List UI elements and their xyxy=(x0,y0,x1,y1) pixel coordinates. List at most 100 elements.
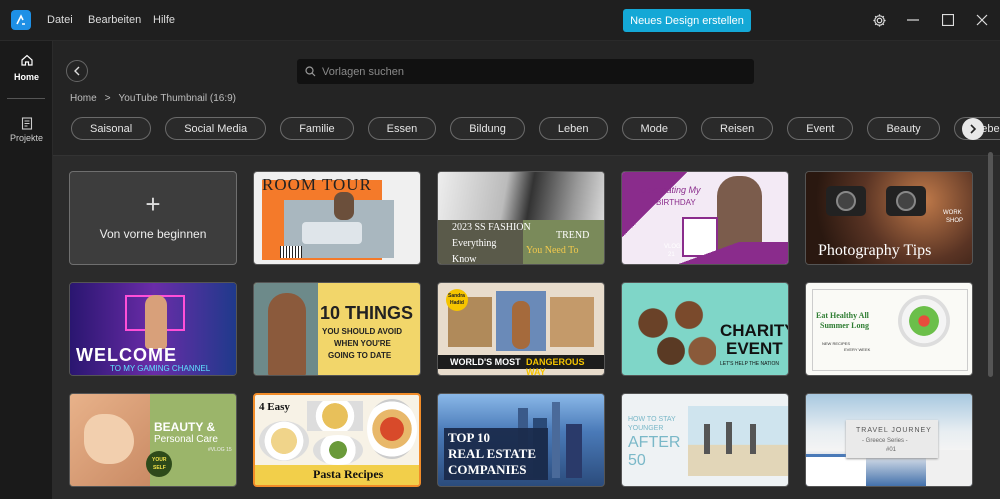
healthy-line2: Summer Long xyxy=(820,321,869,330)
template-charity[interactable]: CHARITY EVENT LET'S HELP THE NATION xyxy=(621,282,789,376)
healthy-line3: NEW RECIPES xyxy=(822,341,851,346)
template-birthday[interactable]: Celebrating My BIRTHDAY VLOG 21 xyxy=(621,171,789,265)
maximize-icon[interactable] xyxy=(938,10,958,30)
template-world-most[interactable]: Sandra Hadid WORLD'S MOST DANGEROUS WAY xyxy=(437,282,605,376)
world-line1: WORLD'S MOST xyxy=(450,357,521,367)
estate-line3: COMPANIES xyxy=(448,462,527,477)
search-box[interactable]: Vorlagen suchen xyxy=(297,59,754,84)
charity-line1: CHARITY xyxy=(720,321,789,340)
fashion-line3: TREND xyxy=(556,230,590,241)
things-line3: GOING TO DATE xyxy=(328,351,392,360)
breadcrumb-current: YouTube Thumbnail (16:9) xyxy=(118,93,237,104)
template-room-tour[interactable]: ROOM TOUR xyxy=(253,171,421,265)
beauty-line4: YOUR xyxy=(152,457,167,463)
category-chips: Saisonal Social Media Familie Essen Bild… xyxy=(71,117,1000,140)
photo-title: Photography Tips xyxy=(818,242,932,259)
chevron-right-icon xyxy=(970,124,977,134)
beauty-line5: SELF xyxy=(153,465,166,471)
template-fashion[interactable]: 2023 SS FASHION Everything TREND Know Yo… xyxy=(437,171,605,265)
chip-mode[interactable]: Mode xyxy=(621,117,688,140)
pasta-line2: Pasta Recipes xyxy=(313,467,384,481)
settings-gear-icon[interactable] xyxy=(869,10,889,30)
chip-beauty[interactable]: Beauty xyxy=(867,117,940,140)
fashion-line2: Everything xyxy=(452,238,497,249)
chip-event[interactable]: Event xyxy=(787,117,854,140)
travel-line2: - Greece Series - xyxy=(862,438,908,444)
chip-saisonal[interactable]: Saisonal xyxy=(71,117,152,140)
pasta-line1: 4 Easy xyxy=(259,401,290,413)
new-design-button[interactable]: Neues Design erstellen xyxy=(623,9,751,32)
healthy-line1: Eat Healthy All xyxy=(816,311,869,320)
world-line2: DANGEROUS WAY xyxy=(526,357,585,376)
healthy-line4: EVERY WEEK xyxy=(844,347,871,352)
chip-leben[interactable]: Leben xyxy=(538,117,608,140)
things-line2: WHEN YOU'RE xyxy=(334,339,391,348)
welcome-subtitle: TO MY GAMING CHANNEL xyxy=(110,364,211,373)
blank-template-card[interactable]: + Von vorne beginnen xyxy=(69,171,237,265)
charity-line2: EVENT xyxy=(726,339,783,358)
birthday-vlog: VLOG xyxy=(664,244,681,250)
fashion-line5: You Need To xyxy=(526,245,579,256)
fashion-line4: Know xyxy=(452,254,477,265)
things-line1: YOU SHOULD AVOID xyxy=(322,327,403,336)
chip-reisen[interactable]: Reisen xyxy=(701,117,774,140)
world-name2: Hadid xyxy=(450,300,464,306)
yoga-line4: 50 xyxy=(628,452,646,469)
birthday-number: 21 xyxy=(668,252,675,258)
yoga-line2: YOUNGER xyxy=(628,425,664,432)
room-tour-title: ROOM TOUR xyxy=(262,175,372,194)
template-10-things[interactable]: 10 THINGS YOU SHOULD AVOID WHEN YOU'RE G… xyxy=(253,282,421,376)
grid-scrollbar[interactable] xyxy=(988,152,993,377)
main-panel: Vorlagen suchen Home > YouTube Thumbnail… xyxy=(53,41,1000,499)
welcome-title: WELCOME xyxy=(76,345,177,365)
template-welcome[interactable]: WELCOME TO MY GAMING CHANNEL xyxy=(69,282,237,376)
plus-icon: + xyxy=(145,189,161,219)
beauty-line3: #VLOG 15 xyxy=(208,447,232,453)
photo-work: WORK xyxy=(943,210,962,216)
template-real-estate[interactable]: TOP 10 REAL ESTATE COMPANIES xyxy=(437,393,605,487)
template-grid: + Von vorne beginnen ROOM TOUR 2023 SS F… xyxy=(53,155,1000,499)
things-title: 10 THINGS xyxy=(320,303,414,323)
yoga-line1: HOW TO STAY xyxy=(628,416,676,423)
menu-help[interactable]: Hilfe xyxy=(153,14,175,26)
nav-projects[interactable]: Projekte xyxy=(0,117,53,143)
nav-home-label: Home xyxy=(13,72,39,82)
home-icon xyxy=(20,54,33,66)
template-pasta[interactable]: 4 Easy Pasta Recipes xyxy=(253,393,421,487)
projects-icon xyxy=(21,117,32,130)
chevron-left-icon xyxy=(74,66,80,76)
search-input[interactable]: Vorlagen suchen xyxy=(322,66,404,78)
back-button[interactable] xyxy=(66,60,88,82)
beauty-line1: BEAUTY & xyxy=(154,420,216,434)
title-bar: Datei Bearbeiten Hilfe Neues Design erst… xyxy=(0,0,1000,41)
travel-line3: #01 xyxy=(886,447,897,453)
template-travel[interactable]: TRAVEL JOURNEY - Greece Series - #01 xyxy=(805,393,973,487)
estate-line2: REAL ESTATE xyxy=(448,446,537,461)
menu-edit[interactable]: Bearbeiten xyxy=(88,14,141,26)
blank-template-label: Von vorne beginnen xyxy=(99,227,207,241)
breadcrumb: Home > YouTube Thumbnail (16:9) xyxy=(70,93,236,104)
template-beauty[interactable]: BEAUTY & Personal Care #VLOG 15 YOUR SEL… xyxy=(69,393,237,487)
chip-bildung[interactable]: Bildung xyxy=(450,117,525,140)
chip-essen[interactable]: Essen xyxy=(367,117,437,140)
minimize-icon[interactable] xyxy=(903,10,923,30)
chip-social-media[interactable]: Social Media xyxy=(165,117,267,140)
nav-home[interactable]: Home xyxy=(0,53,53,82)
photo-shop: SHOP xyxy=(946,218,964,224)
birthday-line2: BIRTHDAY xyxy=(656,198,696,207)
left-nav: Home Projekte xyxy=(0,41,53,499)
chip-familie[interactable]: Familie xyxy=(280,117,354,140)
template-photography[interactable]: WORK SHOP Photography Tips xyxy=(805,171,973,265)
yoga-line3: AFTER xyxy=(628,434,681,451)
nav-divider xyxy=(7,98,45,99)
close-icon[interactable] xyxy=(972,10,992,30)
chips-next-button[interactable] xyxy=(962,118,984,140)
nav-projects-label: Projekte xyxy=(9,133,44,143)
menu-file[interactable]: Datei xyxy=(47,14,73,26)
breadcrumb-separator: > xyxy=(104,93,111,104)
charity-line3: LET'S HELP THE NATION xyxy=(720,361,780,367)
search-icon xyxy=(305,66,316,77)
template-yoga[interactable]: HOW TO STAY YOUNGER AFTER 50 xyxy=(621,393,789,487)
breadcrumb-home[interactable]: Home xyxy=(70,93,97,104)
template-healthy[interactable]: Eat Healthy All Summer Long NEW RECIPES … xyxy=(805,282,973,376)
